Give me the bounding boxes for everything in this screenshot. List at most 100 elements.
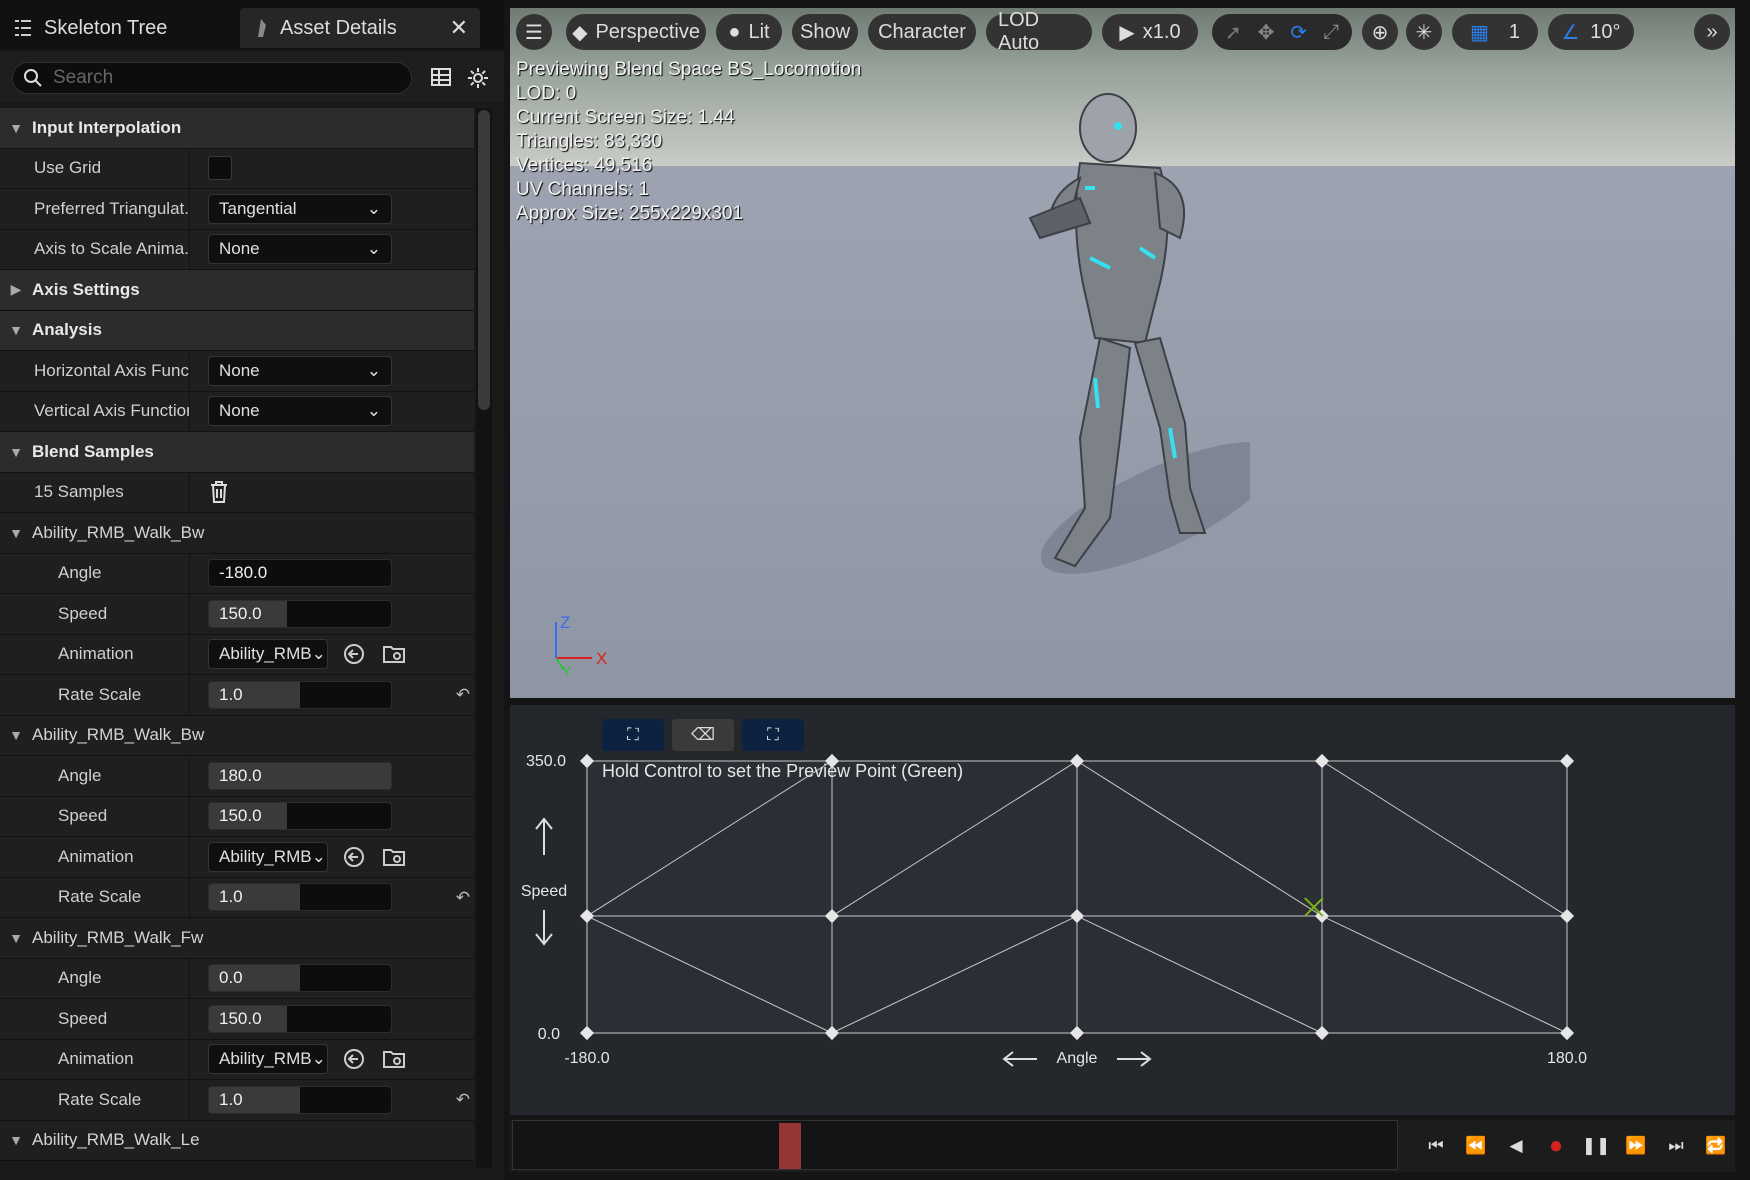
use-selected-button[interactable] <box>340 843 368 871</box>
prop-label: Use Grid <box>0 148 190 188</box>
play-reverse-button[interactable]: ◀ <box>1500 1130 1532 1162</box>
sample-rate-scale: Rate Scale 1.0 ↶ <box>0 877 474 918</box>
speed-input[interactable]: 150.0 <box>208 599 392 628</box>
animation-dropdown[interactable]: Ability_RMB ⌄ <box>208 841 328 872</box>
fit-view-button[interactable]: ⛶ <box>742 719 804 751</box>
sample-rate-scale: Rate Scale 1.0 ↶ <box>0 675 474 716</box>
prop-vertical-axis-function: Vertical Axis Function None ⌄ <box>0 391 474 432</box>
browse-asset-button[interactable] <box>380 1045 408 1073</box>
prop-sample-count: 15 Samples <box>0 472 474 513</box>
preview-viewport[interactable]: Previewing Blend Space BS_Locomotion LOD:… <box>510 8 1735 698</box>
record-button[interactable]: ⏺ <box>1540 1130 1572 1162</box>
move-icon[interactable]: ✥ <box>1258 20 1275 45</box>
scale-icon[interactable]: ⤢ <box>1323 21 1339 44</box>
lit-button[interactable]: ● Lit <box>716 14 782 50</box>
angle-input[interactable]: 180.0 <box>208 761 392 790</box>
rate-scale-input[interactable]: 1.0 <box>208 1085 392 1114</box>
sample-header[interactable]: ▼ Ability_RMB_Walk_Fw <box>0 918 474 959</box>
overflow-button[interactable]: » <box>1694 14 1730 50</box>
browse-asset-button[interactable] <box>380 640 408 668</box>
play-speed-button[interactable]: ▶ x1.0 <box>1102 14 1198 50</box>
playhead-marker[interactable] <box>778 1123 801 1169</box>
jump-end-icon: ⏭ <box>1668 1136 1684 1155</box>
viewport-toolbar: ☰ ◆ Perspective ● Lit Show Character LOD A… <box>510 8 1735 54</box>
prop-label: Rate Scale <box>0 1080 190 1120</box>
rotate-icon[interactable]: ⟳ <box>1290 20 1307 45</box>
blend-space-editor[interactable]: 350.0 0.0 -180.0 180.0 Angle Speed ⛶ ⌫ ⛶ Hold… <box>510 705 1735 1115</box>
pause-button[interactable]: ❚❚ <box>1580 1130 1612 1162</box>
chevron-down-icon: ⌄ <box>366 401 381 421</box>
timeline-scrubber[interactable] <box>512 1120 1398 1170</box>
prop-label: Speed <box>0 999 190 1039</box>
use-selected-button[interactable] <box>340 640 368 668</box>
sample-speed: Speed 150.0 <box>0 594 474 635</box>
category-analysis[interactable]: ▼ Analysis <box>0 310 474 351</box>
trash-icon[interactable] <box>208 480 230 504</box>
show-button[interactable]: Show <box>792 14 858 50</box>
speed-input[interactable]: 150.0 <box>208 802 392 831</box>
chevron-down-icon: ⌄ <box>311 846 326 866</box>
axis-y-label: Y <box>562 663 572 678</box>
axis-to-scale-dropdown[interactable]: None ⌄ <box>208 234 392 265</box>
speed-input[interactable]: 150.0 <box>208 1004 392 1033</box>
browse-asset-button[interactable] <box>380 843 408 871</box>
reset-arrow-icon[interactable]: ↶ <box>456 1090 470 1110</box>
reset-arrow-icon[interactable]: ↶ <box>456 685 470 705</box>
angle-snap-button[interactable]: ∠ 10° <box>1548 14 1634 50</box>
table-view-icon[interactable] <box>430 66 452 88</box>
sample-speed: Speed 150.0 <box>0 796 474 837</box>
character-button[interactable]: Character <box>868 14 976 50</box>
perspective-button[interactable]: ◆ Perspective <box>566 14 706 50</box>
tab-asset-details[interactable]: Asset Details ✕ <box>240 8 480 48</box>
label-toggle[interactable]: ⌫ <box>672 719 734 751</box>
category-input-interpolation[interactable]: ▼ Input Interpolation <box>0 108 474 149</box>
loop-button[interactable]: 🔁 <box>1700 1130 1732 1162</box>
horizontal-axis-dropdown[interactable]: None ⌄ <box>208 355 392 386</box>
grid-icon: ▦ <box>1469 21 1489 44</box>
rate-scale-input[interactable]: 1.0 <box>208 680 392 709</box>
tab-bar: Skeleton Tree Asset Details ✕ <box>0 0 504 50</box>
use-grid-checkbox[interactable] <box>208 156 232 181</box>
category-blend-samples[interactable]: ▼ Blend Samples <box>0 432 474 473</box>
lod-button[interactable]: LOD Auto <box>986 9 1092 54</box>
prop-label: Animation <box>0 1039 190 1079</box>
category-label: Blend Samples <box>32 441 154 461</box>
search-input[interactable] <box>53 67 393 89</box>
tab-skeleton-tree[interactable]: Skeleton Tree <box>0 8 236 48</box>
play-icon: ▶ <box>1119 21 1135 44</box>
preferred-triangulation-dropdown[interactable]: Tangential ⌄ <box>208 193 392 224</box>
stat-line: Vertices: 49,516 <box>516 155 653 176</box>
gear-icon[interactable] <box>466 66 490 90</box>
triangulation-toggle[interactable]: ⛶ <box>602 719 664 751</box>
grid-snap-button[interactable]: ▦ 1 <box>1452 14 1538 50</box>
sample-header[interactable]: ▼ Ability_RMB_Walk_Le <box>0 1120 474 1161</box>
step-forward-button[interactable]: ⏩ <box>1620 1130 1652 1162</box>
close-icon[interactable]: ✕ <box>450 15 468 41</box>
jump-end-button[interactable]: ⏭ <box>1660 1130 1692 1162</box>
rate-scale-input[interactable]: 1.0 <box>208 883 392 912</box>
expand-down-icon: ▼ <box>9 443 23 460</box>
y-axis-min-label: 0.0 <box>538 1026 560 1043</box>
category-axis-settings[interactable]: ▶ Axis Settings <box>0 270 474 311</box>
sample-header[interactable]: ▼ Ability_RMB_Walk_Bw <box>0 513 474 554</box>
prop-label: Animation <box>0 837 190 877</box>
step-back-button[interactable]: ⏪ <box>1460 1130 1492 1162</box>
world-local-button[interactable]: ⊕ <box>1362 14 1398 50</box>
select-icon[interactable]: ➚ <box>1225 20 1242 45</box>
animation-dropdown[interactable]: Ability_RMB ⌄ <box>208 1044 328 1075</box>
angle-input[interactable]: 0.0 <box>208 964 392 993</box>
prop-label: Angle <box>0 553 190 593</box>
search-box[interactable] <box>12 62 412 94</box>
sample-animation: Animation Ability_RMB ⌄ <box>0 837 474 878</box>
viewport-menu-button[interactable]: ☰ <box>516 14 552 50</box>
reset-arrow-icon[interactable]: ↶ <box>456 888 470 908</box>
vertical-axis-dropdown[interactable]: None ⌄ <box>208 396 392 427</box>
prop-label: Speed <box>0 594 190 634</box>
sample-header[interactable]: ▼ Ability_RMB_Walk_Bw <box>0 715 474 756</box>
jump-start-button[interactable]: ⏮ <box>1420 1130 1452 1162</box>
angle-input[interactable]: -180.0 <box>208 559 392 588</box>
scrollbar-thumb[interactable] <box>478 110 490 410</box>
use-selected-button[interactable] <box>340 1045 368 1073</box>
animation-dropdown[interactable]: Ability_RMB ⌄ <box>208 639 328 670</box>
surface-snap-button[interactable]: ✳ <box>1406 14 1442 50</box>
